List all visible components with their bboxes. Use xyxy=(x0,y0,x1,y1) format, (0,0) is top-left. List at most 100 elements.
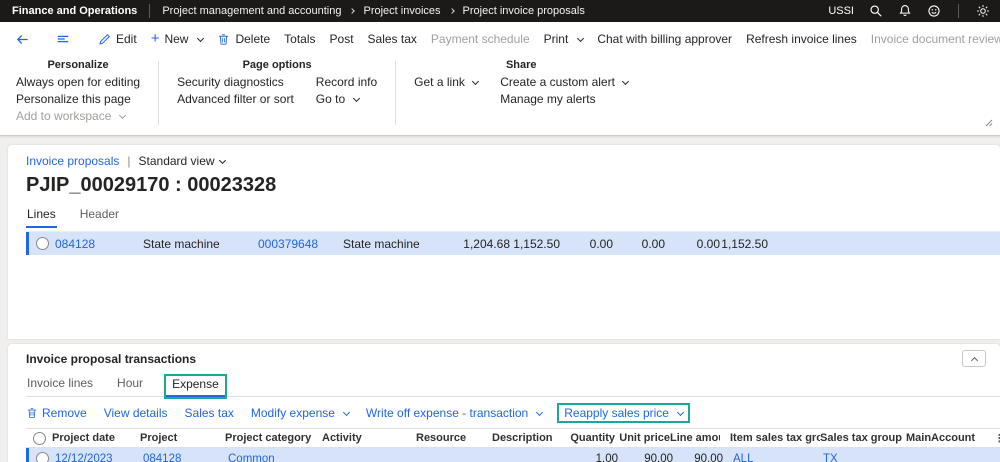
breadcrumb-module[interactable]: Project management and accounting xyxy=(162,5,341,17)
collapse-panel-button[interactable] xyxy=(962,350,986,367)
column-header[interactable]: Unit price xyxy=(615,432,670,444)
remove-button[interactable]: Remove xyxy=(26,406,87,420)
breadcrumb-chevron-icon xyxy=(349,8,356,14)
ribbon-group-share: Share Get a link Create a custom alert M… xyxy=(414,59,630,125)
quantity-cell: 1.00 xyxy=(595,452,618,462)
tab-lines[interactable]: Lines xyxy=(26,207,57,228)
column-header[interactable]: Project date xyxy=(52,432,140,444)
separator: | xyxy=(127,154,131,168)
always-open-for-editing-button[interactable]: Always open for editing xyxy=(16,74,140,91)
ribbon-group-title: Personalize xyxy=(47,59,109,71)
ribbon-divider xyxy=(395,61,397,125)
column-header[interactable]: Quantity xyxy=(564,432,615,444)
search-icon[interactable] xyxy=(869,4,883,18)
security-diagnostics-button[interactable]: Security diagnostics xyxy=(177,74,294,91)
column-header[interactable]: Project category xyxy=(225,432,322,444)
trash-icon xyxy=(219,33,229,45)
chevron-down-icon xyxy=(118,111,126,120)
write-off-expense-button[interactable]: Write off expense - transaction xyxy=(366,406,544,420)
select-all-radio[interactable] xyxy=(32,431,46,445)
table-row[interactable]: 084128 State machine 000379648 State mac… xyxy=(26,232,1000,255)
print-button[interactable]: Print xyxy=(537,32,591,46)
invoice-number-cell[interactable]: 000379648 xyxy=(258,237,343,251)
column-header[interactable]: Description xyxy=(492,432,564,444)
breadcrumb-page[interactable]: Project invoice proposals xyxy=(463,5,585,17)
smiley-feedback-icon[interactable] xyxy=(927,4,941,18)
sales-tax-group-cell[interactable]: TX xyxy=(823,453,909,462)
project-name-cell: State machine xyxy=(143,236,220,251)
column-header[interactable]: Project xyxy=(140,432,225,444)
sales-tax-action-button[interactable]: Sales tax xyxy=(185,406,234,420)
modify-expense-button[interactable]: Modify expense xyxy=(251,406,350,420)
row-select-radio[interactable] xyxy=(35,452,49,462)
column-header[interactable]: Item sales tax group xyxy=(720,432,820,444)
show-list-icon[interactable] xyxy=(51,32,75,46)
totals-button[interactable]: Totals xyxy=(277,32,322,46)
column-header[interactable]: Line amount xyxy=(670,432,720,444)
advanced-filter-or-sort-button[interactable]: Advanced filter or sort xyxy=(177,91,294,108)
topbar-right-cluster: USSI xyxy=(828,4,990,18)
resize-handle-icon[interactable] xyxy=(983,114,993,132)
reapply-sales-price-button[interactable]: Reapply sales price xyxy=(559,405,688,421)
get-a-link-button[interactable]: Get a link xyxy=(414,74,480,91)
breadcrumb: Project management and accounting Projec… xyxy=(162,5,585,17)
transactions-tabs: Invoice lines Hour Expense xyxy=(26,376,1000,397)
chevron-down-icon xyxy=(676,408,684,416)
project-id-cell[interactable]: 084128 xyxy=(55,237,143,251)
invoice-proposals-list-link[interactable]: Invoice proposals xyxy=(26,154,119,168)
transactions-panel-title: Invoice proposal transactions xyxy=(26,352,197,366)
tab-expense[interactable]: Expense xyxy=(166,376,225,397)
topbar-divider xyxy=(958,4,959,18)
column-header[interactable]: Sales tax group xyxy=(820,432,906,444)
sales-tax-button[interactable]: Sales tax xyxy=(361,32,424,46)
personalize-this-page-button[interactable]: Personalize this page xyxy=(16,91,140,108)
column-options-icon[interactable]: ⋮ xyxy=(994,432,1000,445)
table-row[interactable]: 12/12/2023 084128 Common 1.00 90.00 90.0… xyxy=(26,448,1000,462)
header-tabs: Lines Header xyxy=(26,207,1000,228)
back-button[interactable] xyxy=(10,32,35,47)
go-to-button[interactable]: Go to xyxy=(316,91,377,108)
column-header[interactable]: Resource xyxy=(416,432,492,444)
app-name[interactable]: Finance and Operations xyxy=(12,5,137,17)
trash-icon xyxy=(27,408,37,418)
create-custom-alert-button[interactable]: Create a custom alert xyxy=(500,74,630,91)
line-amount-cell: 90.00 xyxy=(694,452,723,462)
manage-my-alerts-button[interactable]: Manage my alerts xyxy=(500,91,628,108)
row-select-radio[interactable] xyxy=(35,237,49,250)
action-pane: Edit + New Delete Totals Post Sales tax … xyxy=(0,22,1000,136)
invoice-proposal-panel: Invoice proposals | Standard view PJIP_0… xyxy=(8,145,1000,339)
plus-icon: + xyxy=(150,30,160,47)
view-selector[interactable]: Standard view xyxy=(139,154,226,168)
column-header[interactable]: MainAccount xyxy=(906,432,994,444)
view-details-button[interactable]: View details xyxy=(104,406,168,420)
chevron-down-icon xyxy=(622,77,630,86)
chevron-down-icon xyxy=(352,94,360,103)
project-cell[interactable]: 084128 xyxy=(143,453,228,462)
project-date-cell[interactable]: 12/12/2023 xyxy=(55,453,143,462)
project-category-cell[interactable]: Common xyxy=(228,453,325,462)
tab-header[interactable]: Header xyxy=(79,207,120,228)
new-button[interactable]: + New xyxy=(144,30,211,47)
item-sales-tax-group-cell[interactable]: ALL xyxy=(723,453,823,462)
ribbon-group-page-options: Page options Security diagnostics Advanc… xyxy=(177,59,377,125)
post-button[interactable]: Post xyxy=(323,32,361,46)
tab-hour[interactable]: Hour xyxy=(116,376,144,397)
record-navigation: Invoice proposals | Standard view xyxy=(26,154,1000,168)
bell-icon[interactable] xyxy=(898,4,912,18)
gear-icon[interactable] xyxy=(976,4,990,18)
amount-cell: 1,152.50 xyxy=(721,236,768,251)
edit-button[interactable]: Edit xyxy=(91,32,144,46)
breadcrumb-section[interactable]: Project invoices xyxy=(363,5,440,17)
chat-with-billing-approver-button[interactable]: Chat with billing approver xyxy=(590,32,739,46)
tab-invoice-lines[interactable]: Invoice lines xyxy=(26,376,94,397)
refresh-invoice-lines-button[interactable]: Refresh invoice lines xyxy=(739,32,864,46)
amount-cell: 1,204.68 xyxy=(463,236,510,251)
delete-button[interactable]: Delete xyxy=(210,32,277,46)
company-selector[interactable]: USSI xyxy=(828,5,854,17)
record-info-button[interactable]: Record info xyxy=(316,74,377,91)
invoice-proposal-transactions-panel: Invoice proposal transactions Invoice li… xyxy=(8,344,1000,462)
description-cell: State machine xyxy=(343,236,420,251)
ribbon-group-title: Page options xyxy=(242,59,312,71)
chevron-up-icon xyxy=(970,356,978,364)
column-header[interactable]: Activity xyxy=(322,432,416,444)
